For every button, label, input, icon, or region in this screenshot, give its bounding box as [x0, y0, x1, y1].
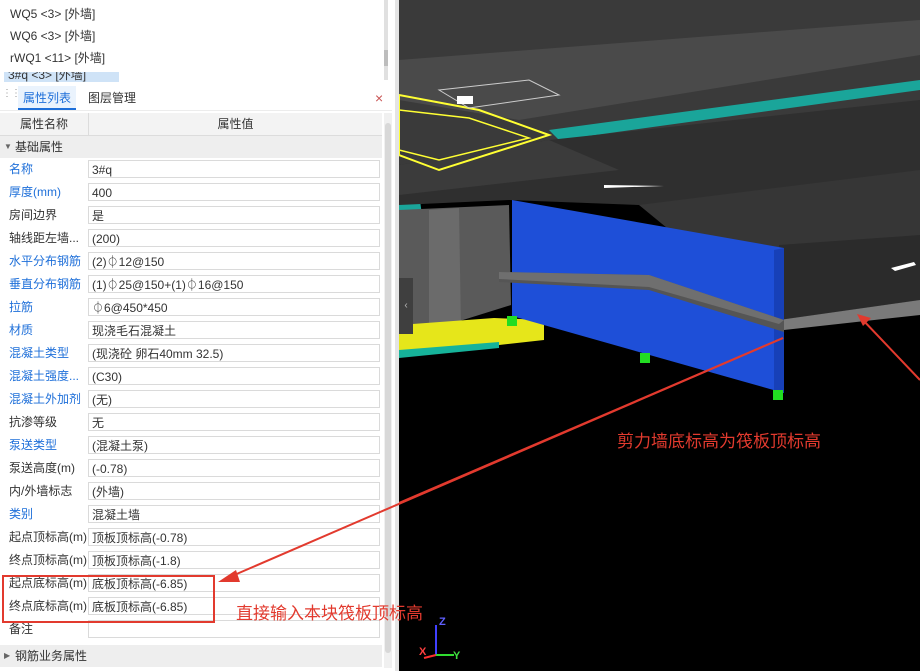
property-row[interactable]: 泵送高度(m) (-0.78): [0, 457, 382, 480]
tab-layer-management[interactable]: 图层管理: [88, 86, 136, 110]
property-value-field[interactable]: (外墙): [88, 482, 380, 500]
property-row[interactable]: 混凝土外加剂 (无): [0, 388, 382, 411]
property-row[interactable]: 水平分布钢筋 (2)⏀12@150: [0, 250, 382, 273]
axis-y-label: Y: [453, 650, 461, 662]
column-header-value: 属性值: [217, 117, 254, 131]
property-row[interactable]: 类别 混凝土墙: [0, 503, 382, 526]
table-header: 属性名称 属性值: [0, 113, 382, 136]
property-value-field[interactable]: 现浇毛石混凝土: [88, 321, 380, 339]
property-name: 房间边界: [9, 208, 58, 222]
property-value-field[interactable]: (无): [88, 390, 380, 408]
highlight-box: [2, 575, 215, 623]
property-name: 材质: [9, 323, 34, 337]
column-header-name: 属性名称: [19, 117, 68, 131]
property-value-field[interactable]: (混凝土泵): [88, 436, 380, 454]
axis-z-label: Z: [439, 616, 446, 628]
expand-triangle-icon: ▼: [4, 142, 12, 151]
list-item[interactable]: WQ6 <3> [外墙]: [10, 26, 95, 46]
input-annotation: 直接输入本块筏板顶标高: [236, 604, 423, 623]
property-value-field[interactable]: (1)⏀25@150+(1)⏀16@150: [88, 275, 380, 293]
property-panel: WQ5 <3> [外墙] WQ6 <3> [外墙] rWQ1 <11> [外墙]…: [0, 0, 399, 671]
group-label: 基础属性: [15, 140, 64, 154]
property-name: 混凝土强度...: [9, 369, 80, 383]
drag-grip-icon[interactable]: ⋮⋮: [2, 89, 21, 104]
list-item-selected[interactable]: 3#q <3> [外墙]: [4, 72, 119, 82]
left-block-face: [429, 208, 461, 338]
property-value-field[interactable]: 顶板顶标高(-1.8): [88, 551, 380, 569]
table-scroll-thumb[interactable]: [385, 123, 391, 653]
property-name: 内/外墙标志: [9, 484, 73, 498]
wall-list: WQ5 <3> [外墙] WQ6 <3> [外墙] rWQ1 <11> [外墙]…: [0, 0, 392, 82]
property-row[interactable]: 名称 3#q: [0, 158, 382, 181]
grip-marker[interactable]: [507, 316, 517, 326]
property-name: 类别: [9, 507, 34, 521]
property-row[interactable]: 起点顶标高(m) 顶板顶标高(-0.78): [0, 526, 382, 549]
property-value-field[interactable]: 3#q: [88, 160, 380, 178]
property-value-field[interactable]: 400: [88, 183, 380, 201]
group-basic-properties[interactable]: ▼ 基础属性: [0, 136, 382, 158]
property-name: 轴线距左墙...: [9, 231, 80, 245]
property-value-field[interactable]: 是: [88, 206, 380, 224]
list-item[interactable]: WQ5 <3> [外墙]: [10, 4, 95, 24]
tab-property-list[interactable]: 属性列表: [18, 86, 76, 110]
property-name: 终点顶标高(m): [9, 553, 87, 567]
property-name: 混凝土类型: [9, 346, 70, 360]
panel-tabs: ⋮⋮ 属性列表 图层管理 ×: [0, 86, 392, 111]
property-row[interactable]: 混凝土强度... (C30): [0, 365, 382, 388]
grip-marker[interactable]: [773, 390, 783, 400]
property-row[interactable]: 垂直分布钢筋 (1)⏀25@150+(1)⏀16@150: [0, 273, 382, 296]
grip-marker[interactable]: [640, 353, 650, 363]
property-row[interactable]: 房间边界 是: [0, 204, 382, 227]
property-row[interactable]: 泵送类型 (混凝土泵): [0, 434, 382, 457]
list-item[interactable]: rWQ1 <11> [外墙]: [10, 48, 105, 68]
property-row[interactable]: 内/外墙标志 (外墙): [0, 480, 382, 503]
property-name: 抗渗等级: [9, 415, 58, 429]
property-value-field[interactable]: (200): [88, 229, 380, 247]
opening-marker: [457, 96, 473, 104]
property-value-field[interactable]: (C30): [88, 367, 380, 385]
group-label: 钢筋业务属性: [15, 649, 88, 663]
property-name: 泵送高度(m): [9, 461, 75, 475]
property-row[interactable]: 抗渗等级 无: [0, 411, 382, 434]
axis-x-label: X: [419, 646, 427, 658]
property-value-field[interactable]: 混凝土墙: [88, 505, 380, 523]
3d-viewport[interactable]: 剪力墙底标高为筏板顶标高 Z X Y: [399, 0, 920, 671]
property-row[interactable]: 混凝土类型 (现浇砼 卵石40mm 32.5): [0, 342, 382, 365]
list-scrollbar[interactable]: [384, 0, 388, 80]
list-item-label: 3#q <3> [外墙]: [8, 72, 87, 82]
annotation-arrow-line: [860, 317, 920, 381]
group-rebar-properties[interactable]: ▶ 钢筋业务属性: [0, 645, 382, 667]
table-scrollbar[interactable]: [384, 113, 392, 668]
property-name: 垂直分布钢筋: [9, 277, 82, 291]
property-name: 名称: [9, 162, 34, 176]
property-value-field[interactable]: (现浇砼 卵石40mm 32.5): [88, 344, 380, 362]
property-name: 厚度(mm): [9, 185, 61, 199]
property-row[interactable]: 材质 现浇毛石混凝土: [0, 319, 382, 342]
property-name: 起点顶标高(m): [9, 530, 87, 544]
property-value-field[interactable]: (-0.78): [88, 459, 380, 477]
scene-annotation: 剪力墙底标高为筏板顶标高: [617, 432, 821, 451]
property-value-field[interactable]: 无: [88, 413, 380, 431]
property-name: 水平分布钢筋: [9, 254, 82, 268]
property-value-field[interactable]: ⏀6@450*450: [88, 298, 380, 316]
property-value-field[interactable]: 顶板顶标高(-0.78): [88, 528, 380, 546]
property-row[interactable]: 拉筋 ⏀6@450*450: [0, 296, 382, 319]
property-row[interactable]: 厚度(mm) 400: [0, 181, 382, 204]
close-icon[interactable]: ×: [375, 90, 383, 106]
collapse-panel-button[interactable]: ‹: [399, 278, 413, 334]
property-row[interactable]: 轴线距左墙... (200): [0, 227, 382, 250]
list-scroll-thumb[interactable]: [384, 50, 388, 66]
property-name: 混凝土外加剂: [9, 392, 82, 406]
property-name: 拉筋: [9, 300, 34, 314]
expand-triangle-icon: ▶: [4, 651, 11, 660]
property-name: 泵送类型: [9, 438, 58, 452]
property-value-field[interactable]: (2)⏀12@150: [88, 252, 380, 270]
property-row[interactable]: 终点顶标高(m) 顶板顶标高(-1.8): [0, 549, 382, 572]
